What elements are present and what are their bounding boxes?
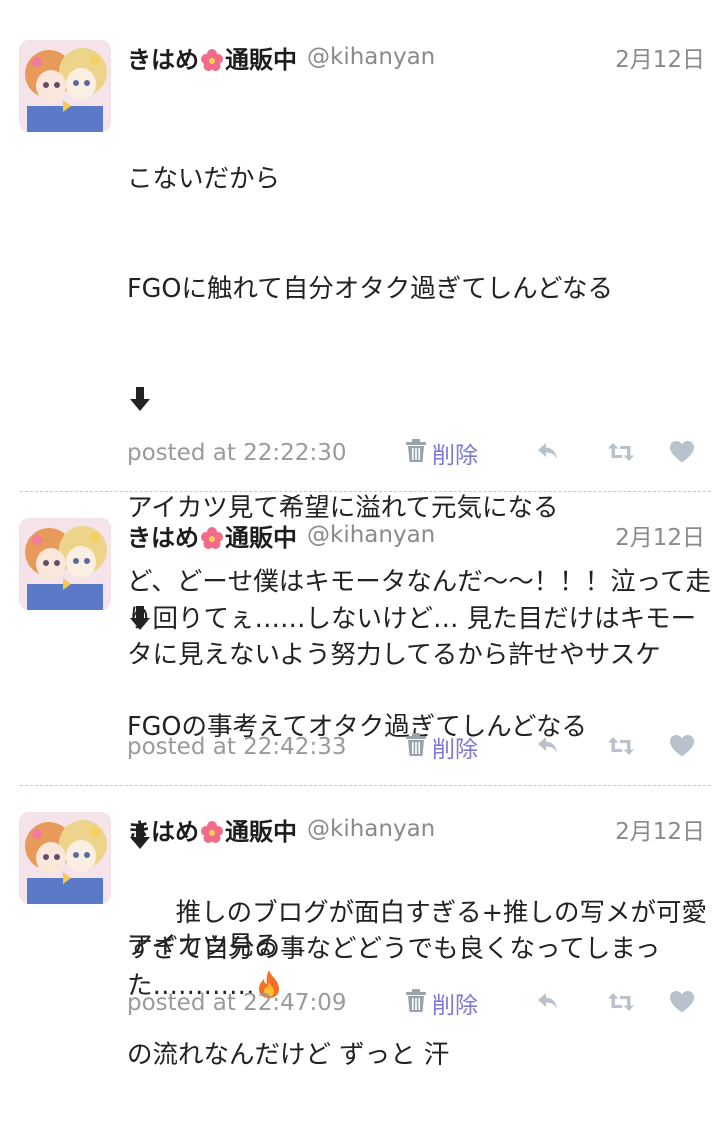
delete-label: 削除	[432, 737, 478, 763]
user-handle[interactable]: @kihanyan	[307, 522, 435, 548]
avatar-image	[19, 812, 111, 904]
tweet-date[interactable]: 2月12日	[615, 40, 705, 74]
display-name-suffix: 通販中	[225, 45, 297, 74]
retweet-icon[interactable]	[607, 735, 635, 757]
display-name-text: きはめ	[127, 523, 199, 552]
retweet-icon[interactable]	[607, 441, 635, 463]
reply-icon[interactable]	[537, 990, 559, 1012]
posted-at[interactable]: posted at 22:47:09	[127, 990, 346, 1016]
trash-icon	[405, 989, 432, 1017]
display-name[interactable]: きはめ 通販中	[127, 812, 297, 847]
timeline: きはめ 通販中 @kihanyan 2月12日 こないだから FGOに触れて自分オ…	[0, 0, 725, 1070]
retweet-icon[interactable]	[607, 991, 635, 1013]
avatar[interactable]	[19, 812, 111, 904]
tweet-text: ど、どーせ僕はキモータなんだ〜〜！！！泣って走り回りてぇ……しないけど… 見た目…	[127, 567, 711, 670]
user-handle[interactable]: @kihanyan	[307, 816, 435, 842]
user-handle[interactable]: @kihanyan	[307, 44, 435, 70]
reply-icon[interactable]	[537, 734, 559, 756]
heart-icon[interactable]	[669, 440, 695, 464]
display-name[interactable]: きはめ 通販中	[127, 40, 297, 75]
delete-button[interactable]: 削除	[405, 986, 478, 1020]
avatar[interactable]	[19, 40, 111, 132]
hibiscus-icon	[200, 48, 224, 72]
down-arrow-icon	[127, 380, 717, 417]
display-name-suffix: 通販中	[225, 523, 297, 552]
tweet-line: の流れなんだけど ずっと 汗	[127, 1040, 450, 1070]
display-name-text: きはめ	[127, 45, 199, 74]
tweet-date[interactable]: 2月12日	[615, 518, 705, 552]
delete-label: 削除	[432, 993, 478, 1019]
reply-icon[interactable]	[537, 440, 559, 462]
delete-label: 削除	[432, 443, 478, 469]
tweet: きはめ 通販中 @kihanyan 2月12日 こないだから FGOに触れて自分オ…	[0, 0, 725, 1070]
heart-icon[interactable]	[669, 734, 695, 758]
avatar-image	[19, 40, 111, 132]
heart-icon[interactable]	[669, 990, 695, 1014]
tweet-line: FGOに触れて自分オタク過ぎてしんどなる	[127, 273, 613, 304]
avatar[interactable]	[19, 518, 111, 610]
trash-icon	[405, 439, 432, 467]
tweet-line: こないだから	[127, 164, 281, 194]
display-name[interactable]: きはめ 通販中	[127, 518, 297, 553]
trash-icon	[405, 733, 432, 761]
delete-button[interactable]: 削除	[405, 730, 478, 764]
posted-at[interactable]: posted at 22:22:30	[127, 440, 346, 466]
delete-button[interactable]: 削除	[405, 436, 478, 470]
tweet: きはめ 通販中 @kihanyan 2月12日 推しのブログが面白すぎる+推しの写…	[0, 786, 725, 1024]
display-name-suffix: 通販中	[225, 817, 297, 846]
hibiscus-icon	[200, 820, 224, 844]
tweet: きはめ 通販中 @kihanyan 2月12日 ど、どーせ僕はキモータなんだ〜〜！…	[0, 492, 725, 786]
tweet-date[interactable]: 2月12日	[615, 812, 705, 846]
posted-at[interactable]: posted at 22:42:33	[127, 734, 346, 760]
avatar-image	[19, 518, 111, 610]
display-name-text: きはめ	[127, 817, 199, 846]
hibiscus-icon	[200, 526, 224, 550]
